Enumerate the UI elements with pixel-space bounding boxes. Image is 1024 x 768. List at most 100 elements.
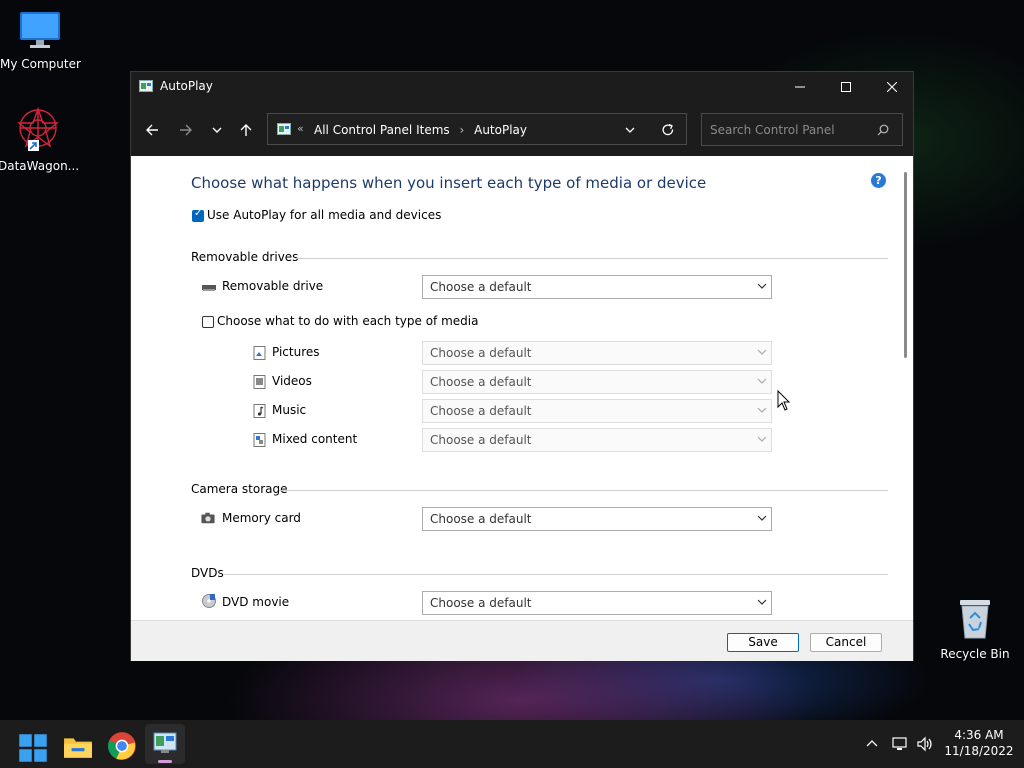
pictures-select[interactable]: Choose a default	[422, 341, 772, 365]
title-bar[interactable]: AutoPlay	[131, 72, 913, 102]
desktop: My Computer DataWagon... Recycle Bin Aut…	[0, 0, 1024, 720]
dvd-movie-select[interactable]: Choose a default	[422, 591, 772, 615]
dvd-icon	[202, 594, 216, 608]
mouse-cursor-icon	[777, 390, 791, 411]
section-camera-storage: Camera storage	[191, 482, 288, 496]
row-label-videos: Videos	[272, 374, 312, 388]
window-title: AutoPlay	[160, 79, 213, 93]
select-value: Choose a default	[430, 404, 532, 418]
row-label-mixed-content: Mixed content	[272, 432, 358, 446]
up-button[interactable]	[235, 120, 257, 140]
desktop-icon-label: Recycle Bin	[940, 647, 1010, 661]
chevron-down-icon	[757, 349, 767, 355]
search-icon[interactable]	[877, 124, 889, 136]
section-divider	[279, 490, 888, 491]
chevron-down-icon	[757, 515, 767, 521]
breadcrumb-item-all-control-panel-items[interactable]: All Control Panel Items	[314, 123, 450, 137]
section-divider	[223, 574, 888, 575]
chrome-taskbar-icon[interactable]	[107, 731, 137, 761]
select-value: Choose a default	[430, 280, 532, 294]
select-value: Choose a default	[430, 512, 532, 526]
select-value: Choose a default	[430, 375, 532, 389]
chevron-down-icon	[757, 407, 767, 413]
pictures-icon	[253, 346, 266, 360]
active-app-indicator	[158, 760, 172, 763]
row-label-music: Music	[272, 403, 307, 417]
select-value: Choose a default	[430, 346, 532, 360]
row-label-pictures: Pictures	[272, 345, 320, 359]
desktop-icon-datawagon[interactable]: DataWagon...	[0, 106, 80, 173]
use-autoplay-checkbox[interactable]	[192, 208, 204, 222]
chevron-right-icon: ›	[459, 123, 465, 137]
desktop-icon-label: DataWagon...	[0, 159, 80, 173]
videos-icon	[253, 375, 266, 389]
save-button[interactable]: Save	[727, 633, 799, 652]
start-button[interactable]	[18, 733, 48, 763]
breadcrumb-item-autoplay[interactable]: AutoPlay	[474, 123, 527, 137]
page-title: Choose what happens when you insert each…	[191, 174, 707, 192]
clock[interactable]: 4:36 AM 11/18/2022	[940, 728, 1018, 758]
control-panel-taskbar-item[interactable]	[145, 724, 185, 764]
volume-icon[interactable]	[916, 736, 934, 752]
removable-drive-select[interactable]: Choose a default	[422, 275, 772, 299]
control-panel-icon	[153, 732, 177, 753]
each-media-checkbox[interactable]	[202, 316, 214, 328]
use-autoplay-label[interactable]: Use AutoPlay for all media and devices	[207, 208, 441, 222]
maximize-button[interactable]	[823, 72, 869, 102]
close-button[interactable]	[869, 72, 915, 102]
address-dropdown-button[interactable]	[624, 124, 636, 136]
breadcrumb-overflow-icon[interactable]: «	[297, 122, 304, 135]
chevron-down-icon	[757, 378, 767, 384]
desktop-icon-recycle-bin[interactable]: Recycle Bin	[935, 596, 1015, 661]
vertical-scrollbar[interactable]	[904, 172, 907, 358]
address-bar[interactable]: « All Control Panel Items › AutoPlay	[267, 113, 687, 145]
minimize-button[interactable]	[777, 72, 823, 102]
removable-drive-icon	[202, 285, 216, 291]
videos-select[interactable]: Choose a default	[422, 370, 772, 394]
cancel-button[interactable]: Cancel	[810, 633, 882, 652]
autoplay-window: AutoPlay « All Control Panel Items › Aut…	[130, 71, 914, 661]
taskbar: 4:36 AM 11/18/2022	[0, 720, 1024, 768]
breadcrumb: All Control Panel Items › AutoPlay	[314, 123, 533, 137]
music-icon	[253, 404, 266, 418]
mixed-content-select[interactable]: Choose a default	[422, 428, 772, 452]
search-box[interactable]	[701, 113, 903, 146]
select-value: Choose a default	[430, 433, 532, 447]
show-hidden-icons-button[interactable]	[866, 738, 878, 750]
control-panel-icon	[277, 123, 291, 135]
memory-card-select[interactable]: Choose a default	[422, 507, 772, 531]
minimize-icon	[795, 86, 805, 88]
desktop-icon-my-computer[interactable]: My Computer	[0, 10, 81, 71]
mixed-content-icon	[253, 433, 266, 447]
memory-card-icon	[201, 512, 215, 524]
recent-locations-button[interactable]	[206, 120, 228, 140]
refresh-button[interactable]	[661, 123, 675, 137]
recycle-bin-icon	[960, 600, 990, 639]
network-icon[interactable]	[892, 736, 908, 752]
desktop-icon-label: My Computer	[0, 57, 81, 71]
monitor-icon	[20, 12, 60, 48]
chevron-down-icon	[757, 436, 767, 442]
datawagon-icon	[17, 106, 59, 151]
chevron-down-icon	[757, 599, 767, 605]
music-select[interactable]: Choose a default	[422, 399, 772, 423]
each-media-label[interactable]: Choose what to do with each type of medi…	[217, 314, 478, 328]
control-panel-icon	[139, 80, 153, 92]
section-dvds: DVDs	[191, 566, 224, 580]
section-divider	[295, 258, 888, 259]
section-removable-drives: Removable drives	[191, 250, 299, 264]
select-value: Choose a default	[430, 596, 532, 610]
forward-button[interactable]	[175, 120, 197, 140]
help-icon[interactable]: ?	[871, 173, 886, 188]
row-label-memory-card: Memory card	[222, 511, 301, 525]
search-input[interactable]	[708, 120, 872, 140]
chevron-down-icon	[757, 283, 767, 289]
autoplay-settings-panel: Choose what happens when you insert each…	[131, 156, 913, 620]
maximize-icon	[841, 82, 851, 92]
clock-date: 11/18/2022	[944, 744, 1014, 758]
file-explorer-taskbar-icon[interactable]	[63, 732, 93, 762]
dialog-footer: Save Cancel	[131, 620, 913, 661]
back-button[interactable]	[141, 120, 163, 140]
navigation-bar: « All Control Panel Items › AutoPlay	[131, 102, 913, 156]
row-label-dvd-movie: DVD movie	[222, 595, 290, 609]
